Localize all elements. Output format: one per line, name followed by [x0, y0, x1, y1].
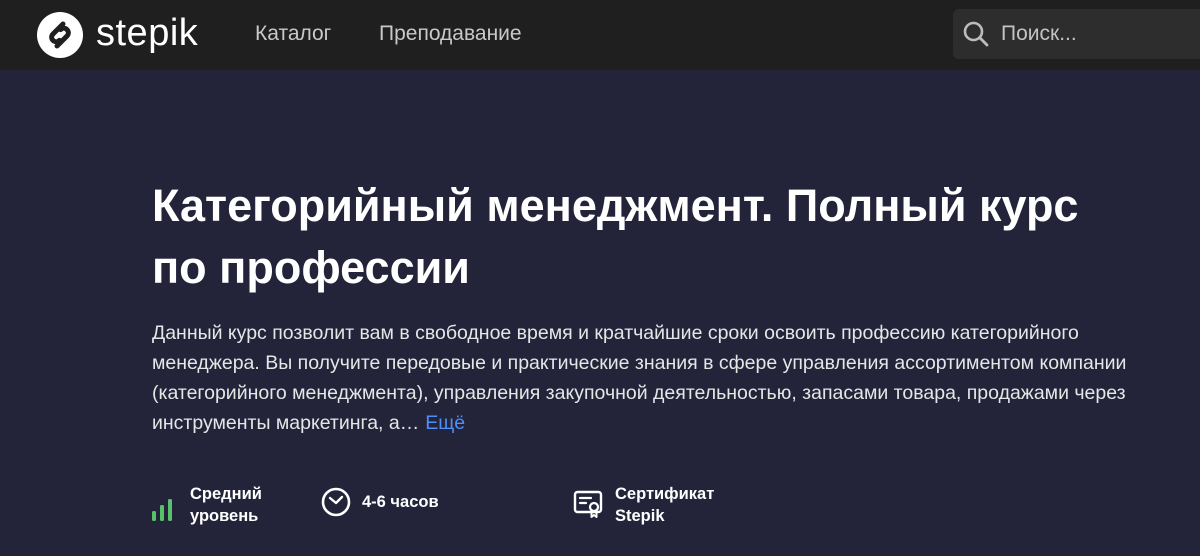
feature-duration: 4-6 часов	[320, 486, 439, 518]
certificate-icon	[573, 490, 603, 518]
clock-icon	[321, 487, 351, 517]
stepik-logo-icon	[37, 12, 83, 58]
logo-text: stepik	[96, 12, 199, 54]
feature-duration-label: 4-6 часов	[362, 493, 439, 511]
nav-teaching-link[interactable]: Преподавание	[379, 22, 522, 46]
search-box[interactable]	[953, 9, 1200, 59]
course-hero: Категорийный менеджмент. Полный курс по …	[0, 70, 1200, 556]
feature-level: Средний уровень	[150, 483, 262, 527]
feature-certificate-line2: Stepik	[615, 507, 665, 525]
feature-level-line1: Средний	[190, 485, 262, 503]
show-more-link[interactable]: Ещё	[425, 412, 465, 434]
feature-certificate: Сертификат Stepik	[573, 483, 714, 527]
course-title: Категорийный менеджмент. Полный курс по …	[152, 180, 1079, 293]
feature-level-line2: уровень	[190, 507, 259, 525]
course-description-text: Данный курс позволит вам в свободное вре…	[152, 322, 1127, 434]
search-icon[interactable]	[961, 19, 991, 49]
stepik-logo[interactable]: stepik	[36, 11, 198, 59]
top-navigation-bar: stepik Каталог Преподавание	[0, 0, 1200, 70]
course-features: Средний уровень 4-6 часов Сертификат Ste…	[0, 480, 1200, 540]
nav-catalog-link[interactable]: Каталог	[255, 22, 331, 46]
signal-bars-icon	[152, 499, 172, 521]
feature-certificate-line1: Сертификат	[615, 485, 715, 503]
search-input[interactable]	[999, 21, 1200, 47]
course-description: Данный курс позволит вам в свободное вре…	[152, 318, 1142, 438]
